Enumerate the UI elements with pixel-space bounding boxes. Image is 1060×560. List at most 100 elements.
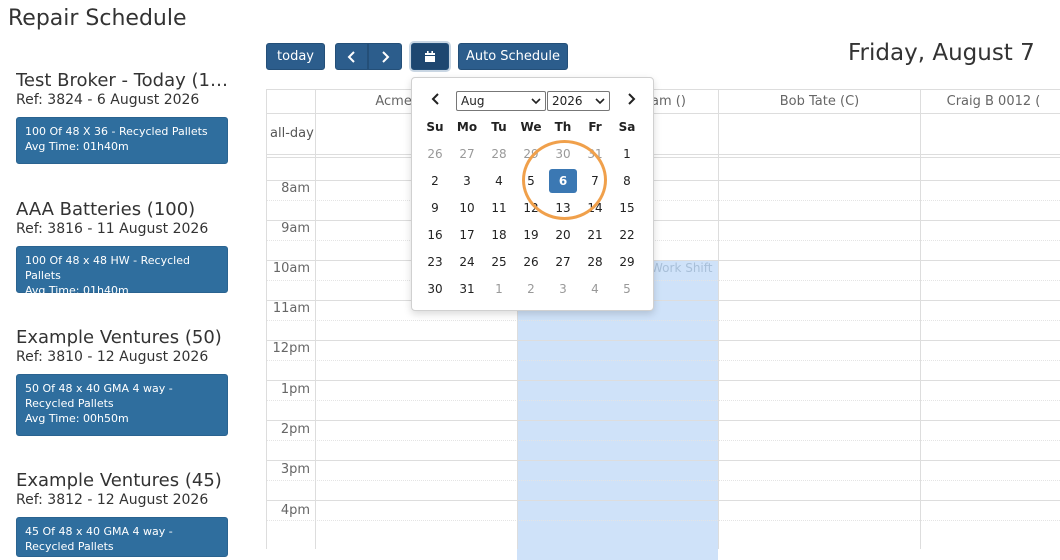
time-label: 3pm bbox=[280, 462, 310, 477]
grid-line bbox=[266, 400, 1060, 401]
calendar-day[interactable]: 30 bbox=[421, 277, 449, 301]
column-header-craig[interactable]: Craig B 0012 ( bbox=[921, 89, 1060, 113]
month-select[interactable]: Aug bbox=[456, 91, 546, 111]
calendar-day[interactable]: 27 bbox=[549, 250, 577, 274]
calendar-day[interactable]: 17 bbox=[453, 223, 481, 247]
job-card[interactable]: 100 Of 48 x 48 HW - Recycled Pallets Avg… bbox=[16, 246, 228, 297]
calendar-day[interactable]: 23 bbox=[421, 250, 449, 274]
chevron-down-icon bbox=[531, 98, 541, 105]
grid-line bbox=[266, 300, 1060, 301]
calendar-picker-button[interactable] bbox=[411, 43, 449, 70]
chevron-right-icon bbox=[382, 50, 390, 63]
time-label: 8am bbox=[281, 181, 310, 196]
page-title: Repair Schedule bbox=[8, 6, 187, 31]
time-label: 1pm bbox=[280, 382, 310, 397]
job-card-avg-time: Avg Time: 01h40m bbox=[25, 140, 129, 153]
job-item[interactable]: AAA Batteries (100) Ref: 3816 - 11 Augus… bbox=[16, 199, 228, 297]
job-card-avg-time: Avg Time: 00h50m bbox=[25, 412, 129, 425]
job-ref: Ref: 3810 - 12 August 2026 bbox=[16, 349, 209, 365]
time-label: 10am bbox=[272, 261, 310, 276]
grid-line bbox=[266, 260, 1060, 261]
calendar-day[interactable]: 30 bbox=[549, 142, 577, 166]
calendar-day[interactable]: 22 bbox=[613, 223, 641, 247]
job-item[interactable]: Test Broker - Today (100) Ref: 3824 - 6 … bbox=[16, 70, 228, 164]
calendar-day[interactable]: 31 bbox=[581, 142, 609, 166]
job-card-description: 100 Of 48 x 48 HW - Recycled Pallets bbox=[25, 254, 190, 282]
weekday-label: Th bbox=[554, 120, 572, 134]
job-title: AAA Batteries (100) bbox=[16, 199, 196, 220]
calendar-day[interactable]: 10 bbox=[453, 196, 481, 220]
calendar-day[interactable]: 25 bbox=[485, 250, 513, 274]
job-item[interactable]: Example Ventures (50) Ref: 3810 - 12 Aug… bbox=[16, 327, 228, 436]
calendar-day[interactable]: 11 bbox=[485, 196, 513, 220]
job-ref: Ref: 3824 - 6 August 2026 bbox=[16, 92, 200, 108]
calendar-day[interactable]: 5 bbox=[613, 277, 641, 301]
column-header-partial[interactable]: am () bbox=[651, 89, 711, 113]
calendar-day[interactable]: 26 bbox=[421, 142, 449, 166]
weekday-label: Sa bbox=[618, 120, 636, 134]
weekday-label: We bbox=[520, 120, 542, 134]
grid-line bbox=[266, 320, 1060, 321]
calendar-day[interactable]: 5 bbox=[517, 169, 545, 193]
calendar-day[interactable]: 31 bbox=[453, 277, 481, 301]
calendar-day[interactable]: 18 bbox=[485, 223, 513, 247]
calendar-day[interactable]: 9 bbox=[421, 196, 449, 220]
calendar-day[interactable]: 2 bbox=[421, 169, 449, 193]
prev-month-icon[interactable] bbox=[428, 91, 444, 107]
calendar-day[interactable]: 21 bbox=[581, 223, 609, 247]
prev-button[interactable] bbox=[335, 43, 368, 70]
job-card-description: 100 Of 48 X 36 - Recycled Pallets bbox=[25, 125, 208, 138]
calendar-day[interactable]: 8 bbox=[613, 169, 641, 193]
all-day-label: all-day bbox=[270, 126, 314, 141]
grid-line bbox=[266, 440, 1060, 441]
time-label: 9am bbox=[281, 221, 310, 236]
grid-line bbox=[266, 240, 1060, 241]
calendar-day[interactable]: 7 bbox=[581, 169, 609, 193]
calendar-day[interactable]: 1 bbox=[613, 142, 641, 166]
column-header-bob-tate[interactable]: Bob Tate (C) bbox=[719, 89, 920, 113]
calendar-day[interactable]: 13 bbox=[549, 196, 577, 220]
grid-line bbox=[266, 340, 1060, 341]
calendar-day[interactable]: 4 bbox=[485, 169, 513, 193]
job-card[interactable]: 100 Of 48 X 36 - Recycled Pallets Avg Ti… bbox=[16, 117, 228, 164]
calendar-day[interactable]: 29 bbox=[613, 250, 641, 274]
job-card[interactable]: 50 Of 48 x 40 GMA 4 way - Recycled Palle… bbox=[16, 374, 228, 436]
weekday-label: Su bbox=[426, 120, 444, 134]
calendar-day[interactable]: 3 bbox=[453, 169, 481, 193]
calendar-day[interactable]: 6 bbox=[549, 169, 577, 193]
next-month-icon[interactable] bbox=[623, 91, 639, 107]
job-title: Test Broker - Today (100) bbox=[16, 70, 228, 91]
calendar-day[interactable]: 19 bbox=[517, 223, 545, 247]
calendar-day[interactable]: 12 bbox=[517, 196, 545, 220]
time-label: 2pm bbox=[280, 422, 310, 437]
calendar-day[interactable]: 28 bbox=[485, 142, 513, 166]
today-button[interactable]: today bbox=[266, 43, 325, 70]
calendar-day[interactable]: 14 bbox=[581, 196, 609, 220]
grid-line bbox=[266, 480, 1060, 481]
calendar-day[interactable]: 3 bbox=[549, 277, 577, 301]
job-card[interactable]: 45 Of 48 x 40 GMA 4 way - Recycled Palle… bbox=[16, 517, 228, 557]
auto-schedule-button[interactable]: Auto Schedule bbox=[458, 43, 568, 70]
job-card-avg-time: Avg Time: 01h40m bbox=[25, 284, 129, 297]
grid-line bbox=[718, 89, 719, 549]
calendar-day[interactable]: 1 bbox=[485, 277, 513, 301]
job-item[interactable]: Example Ventures (45) Ref: 3812 - 12 Aug… bbox=[16, 470, 228, 557]
calendar-day[interactable]: 4 bbox=[581, 277, 609, 301]
calendar-day[interactable]: 2 bbox=[517, 277, 545, 301]
chevron-down-icon bbox=[595, 98, 605, 105]
calendar-day[interactable]: 27 bbox=[453, 142, 481, 166]
calendar-day[interactable]: 20 bbox=[549, 223, 577, 247]
job-card-description: 50 Of 48 x 40 GMA 4 way - Recycled Palle… bbox=[25, 382, 173, 410]
calendar-day[interactable]: 24 bbox=[453, 250, 481, 274]
calendar-day[interactable]: 15 bbox=[613, 196, 641, 220]
calendar-day[interactable]: 16 bbox=[421, 223, 449, 247]
calendar-day[interactable]: 28 bbox=[581, 250, 609, 274]
next-button[interactable] bbox=[368, 43, 402, 70]
grid-line bbox=[266, 500, 1060, 501]
job-title: Example Ventures (45) bbox=[16, 470, 222, 491]
year-select[interactable]: 2026 bbox=[547, 91, 610, 111]
calendar-day[interactable]: 26 bbox=[517, 250, 545, 274]
date-picker-popup: Aug 2026 Su Mo Tu We Th Fr Sa 26 27 28 29 30 31 1 2 3 4 5… bbox=[411, 77, 654, 311]
time-label: 12pm bbox=[272, 341, 310, 356]
calendar-day[interactable]: 29 bbox=[517, 142, 545, 166]
